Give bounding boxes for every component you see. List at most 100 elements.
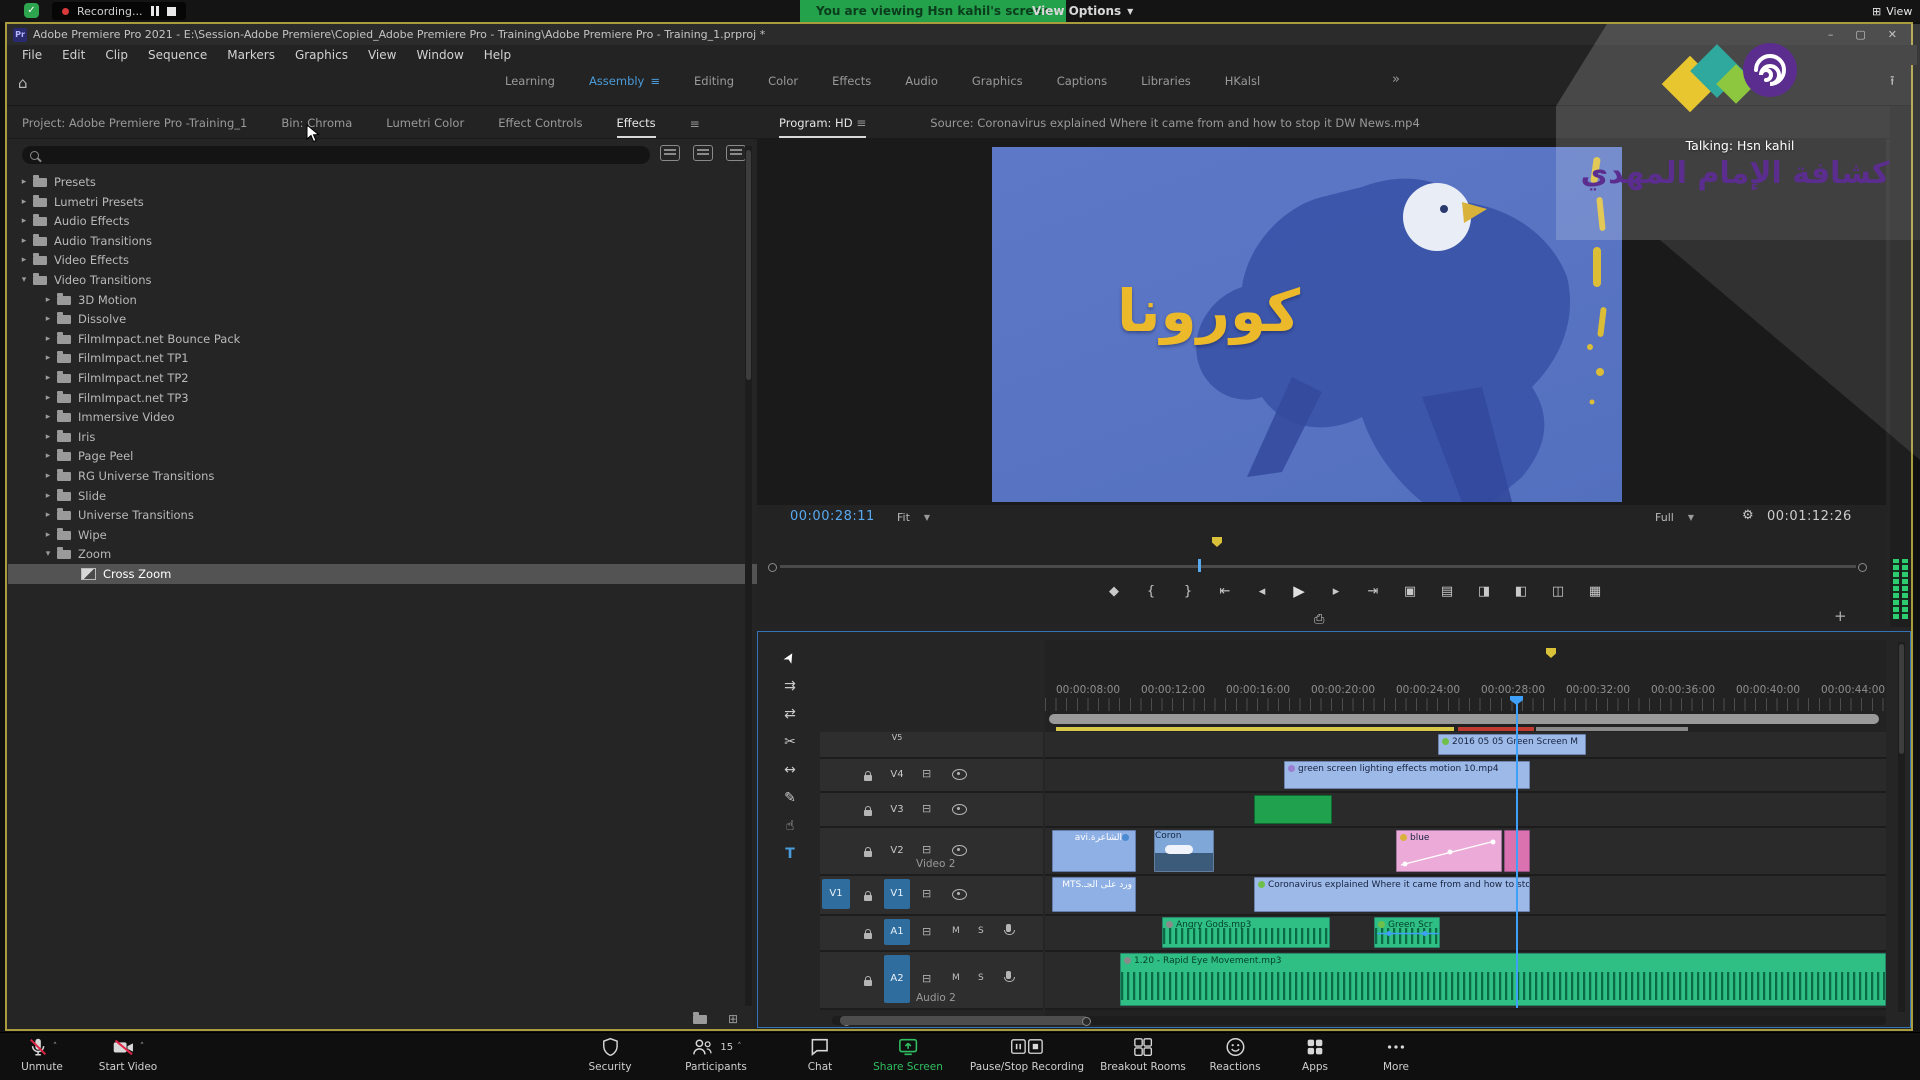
step-forward-icon[interactable]: ▸ <box>1326 584 1346 599</box>
clip-ورد-على-الجـ-mts[interactable]: ورد على الجـ.MTS <box>1052 877 1136 912</box>
tree-item-filmimpact-net-tp2[interactable]: ▸FilmImpact.net TP2 <box>8 368 779 388</box>
chevron-right-icon[interactable]: ▸ <box>42 451 54 461</box>
clip-angry-gods-mp3[interactable]: Angry Gods.mp3 <box>1162 917 1330 948</box>
track-lock-icon[interactable] <box>864 771 872 784</box>
toolbar-button-participants[interactable]: 15˄Participants <box>685 1036 747 1073</box>
tab-program[interactable]: Program: HD ≡ <box>779 116 866 138</box>
toolbar-button-start-video[interactable]: ˄Start Video <box>99 1036 157 1073</box>
seekbar-zoom-handle-left[interactable] <box>768 563 777 572</box>
chevron-right-icon[interactable]: ▸ <box>42 334 54 344</box>
chevron-right-icon[interactable]: ▸ <box>42 314 54 324</box>
export-frame-icon[interactable]: ▦ <box>1585 584 1605 599</box>
tree-item-audio-transitions[interactable]: ▸Audio Transitions <box>8 231 755 251</box>
track-output-eye-icon[interactable] <box>952 889 967 900</box>
menu-graphics[interactable]: Graphics <box>286 46 357 64</box>
selection-tool[interactable]: ➤ <box>776 644 803 671</box>
track-output-eye-icon[interactable] <box>952 804 967 815</box>
sync-lock-icon[interactable]: ⊟ <box>922 887 931 900</box>
menu-markers[interactable]: Markers <box>218 46 284 64</box>
quick-export-icon[interactable]: ⭱ <box>1890 72 1895 94</box>
chevron-right-icon[interactable]: ▸ <box>18 255 30 265</box>
comparison-view-icon[interactable]: ◫ <box>1548 584 1568 599</box>
menu-sequence[interactable]: Sequence <box>139 46 216 64</box>
workspace-tab-color[interactable]: Color <box>768 74 798 88</box>
voiceover-record-icon[interactable] <box>1006 924 1011 932</box>
stop-recording-icon[interactable] <box>167 7 176 16</box>
track-lock-icon[interactable] <box>864 929 872 942</box>
chevron-up-icon[interactable]: ˄ <box>737 1042 742 1052</box>
chevron-right-icon[interactable]: ▸ <box>42 510 54 520</box>
tree-item-dissolve[interactable]: ▸Dissolve <box>8 309 779 329</box>
clip-2016-05-05-green-screen-m[interactable]: 2016 05 05 Green Screen M <box>1438 734 1586 755</box>
source-patch-v1[interactable]: V1 <box>822 879 850 909</box>
workspace-tab-hkalsl[interactable]: HKalsl <box>1225 74 1260 88</box>
yuv-effects-filter-icon[interactable] <box>726 145 746 161</box>
menu-help[interactable]: Help <box>475 46 520 64</box>
toolbar-button-unmute[interactable]: ˄Unmute <box>21 1036 63 1073</box>
tree-item-presets[interactable]: ▸Presets <box>8 172 755 192</box>
settings-wrench-icon[interactable]: ⚙ <box>1742 508 1754 523</box>
mark-in-icon[interactable]: { <box>1141 584 1161 599</box>
accelerated-effects-filter-icon[interactable] <box>660 145 680 161</box>
go-to-out-icon[interactable]: ⇥ <box>1363 584 1383 599</box>
maximize-button[interactable]: ▢ <box>1855 28 1865 41</box>
clip-green-screen-lighting-effects-[interactable]: green screen lighting effects motion 10.… <box>1284 761 1530 789</box>
tree-item-filmimpact-net-tp1[interactable]: ▸FilmImpact.net TP1 <box>8 348 779 368</box>
chevron-right-icon[interactable]: ▸ <box>42 373 54 383</box>
track-target-v2[interactable]: V2 <box>884 845 910 856</box>
panel-tab-project-adobe-premiere-pro-training-1[interactable]: Project: Adobe Premiere Pro -Training_1 <box>22 116 247 138</box>
toolbar-button-apps[interactable]: Apps <box>1302 1036 1328 1073</box>
track-select-forward-tool[interactable]: ⇉ <box>780 676 800 696</box>
tree-item-wipe[interactable]: ▸Wipe <box>8 525 779 545</box>
playback-resolution-select[interactable]: Full▼ <box>1655 511 1694 524</box>
sync-lock-icon[interactable]: ⊟ <box>922 972 931 985</box>
track-target-v3[interactable]: V3 <box>884 804 910 815</box>
track-lock-icon[interactable] <box>864 847 872 860</box>
track-lock-icon[interactable] <box>864 976 872 989</box>
tab-source[interactable]: Source: Coronavirus explained Where it c… <box>930 116 1420 138</box>
tree-item-video-transitions[interactable]: ▾Video Transitions <box>8 270 755 290</box>
tree-item-slide[interactable]: ▸Slide <box>8 486 779 506</box>
chevron-right-icon[interactable]: ▸ <box>42 530 54 540</box>
menu-clip[interactable]: Clip <box>96 46 137 64</box>
tree-item-video-effects[interactable]: ▸Video Effects <box>8 250 755 270</box>
workspace-tab-graphics[interactable]: Graphics <box>972 74 1023 88</box>
toolbar-button-reactions[interactable]: Reactions <box>1209 1036 1260 1073</box>
effects-panel-scrollbar-thumb[interactable] <box>746 150 751 380</box>
menu-window[interactable]: Window <box>407 46 472 64</box>
chevron-right-icon[interactable]: ▸ <box>42 393 54 403</box>
chevron-right-icon[interactable]: ▸ <box>18 236 30 246</box>
zoom-level-select[interactable]: Fit▼ <box>897 511 930 524</box>
sync-lock-icon[interactable]: ⊟ <box>922 767 931 780</box>
mute-track-button[interactable]: M <box>952 973 960 983</box>
toolbar-button-share-screen[interactable]: Share Screen <box>873 1036 943 1073</box>
pause-recording-icon[interactable] <box>151 6 159 16</box>
toolbar-button-security[interactable]: Security <box>588 1036 631 1073</box>
track-header-a1[interactable]: A1⊟MS <box>820 916 1043 952</box>
tree-item-rg-universe-transitions[interactable]: ▸RG Universe Transitions <box>8 466 779 486</box>
tree-item-filmimpact-net-bounce-pack[interactable]: ▸FilmImpact.net Bounce Pack <box>8 329 779 349</box>
track-lane-v3[interactable] <box>1045 793 1886 828</box>
tree-item-filmimpact-net-tp3[interactable]: ▸FilmImpact.net TP3 <box>8 388 779 408</box>
tree-item-audio-effects[interactable]: ▸Audio Effects <box>8 211 755 231</box>
clip-untitled[interactable] <box>1254 795 1332 824</box>
sync-lock-icon[interactable]: ⊟ <box>922 925 931 938</box>
go-to-in-icon[interactable]: ⇤ <box>1215 584 1235 599</box>
close-button[interactable]: ✕ <box>1888 28 1897 41</box>
timeline-track-area[interactable]: 00:00:08:0000:00:12:0000:00:16:0000:00:2… <box>1045 640 1886 1020</box>
razor-tool[interactable]: ✂ <box>780 732 800 752</box>
view-options-dropdown[interactable]: View Options▼ <box>1022 0 1143 22</box>
sequence-marker-icon[interactable] <box>1546 648 1556 658</box>
tree-item-lumetri-presets[interactable]: ▸Lumetri Presets <box>8 192 755 212</box>
panel-tab-effect-controls[interactable]: Effect Controls <box>498 116 582 138</box>
button-editor-plus[interactable]: + <box>1834 607 1847 625</box>
solo-track-button[interactable]: S <box>978 973 984 983</box>
timeline-hscroll-handle-right[interactable] <box>1082 1017 1091 1026</box>
zoom-view-button[interactable]: ⊞View <box>1872 0 1912 22</box>
track-lock-icon[interactable] <box>864 891 872 904</box>
track-output-eye-icon[interactable] <box>952 769 967 780</box>
workspace-tab-editing[interactable]: Editing <box>694 74 734 88</box>
menu-file[interactable]: File <box>13 46 51 64</box>
workspace-tab-learning[interactable]: Learning <box>505 74 555 88</box>
clip-coronavirus-explained-where-it[interactable]: Coronavirus explained Where it came from… <box>1254 877 1530 912</box>
